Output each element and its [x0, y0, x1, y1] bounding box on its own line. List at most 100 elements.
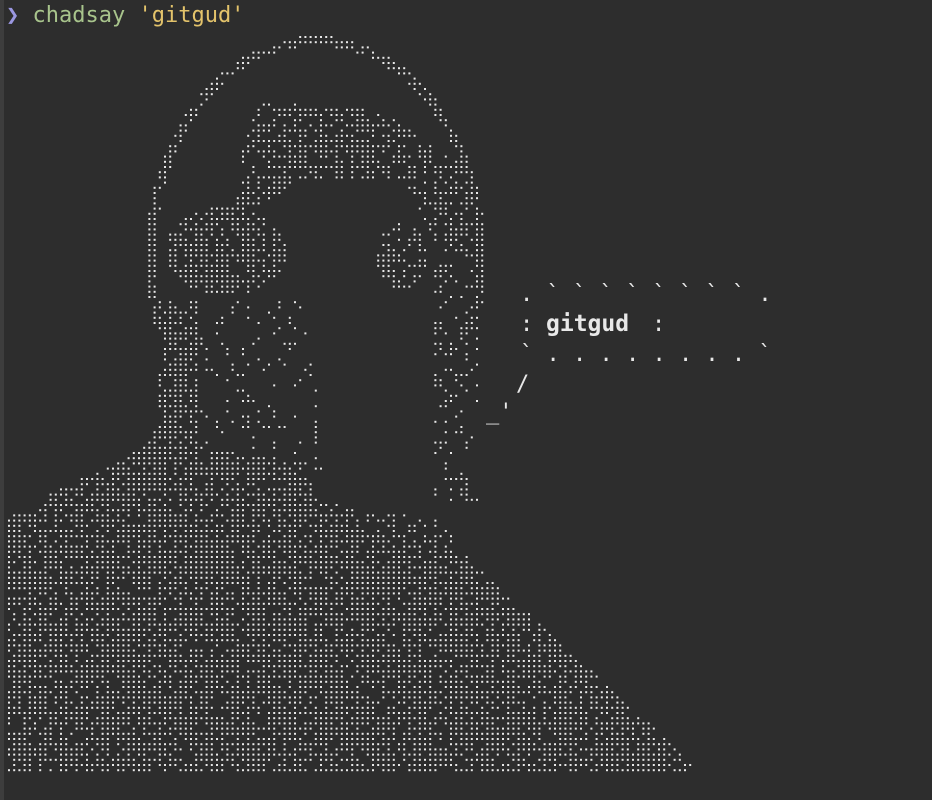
- ascii-dot: [356, 535, 359, 538]
- ascii-dot: [460, 649, 463, 652]
- ascii-dot: [439, 571, 442, 574]
- ascii-dot: [18, 701, 21, 704]
- ascii-dot: [158, 561, 161, 564]
- ascii-dot: [122, 483, 125, 486]
- ascii-dot: [210, 613, 213, 616]
- ascii-dot: [242, 197, 244, 200]
- ascii-dot: [91, 665, 94, 668]
- ascii-dot: [325, 639, 328, 642]
- ascii-dot: [268, 597, 270, 600]
- ascii-dot: [221, 316, 224, 319]
- ascii-dot: [28, 634, 31, 636]
- ascii-dot: [372, 680, 374, 683]
- ascii-dot: [340, 675, 343, 678]
- ascii-dot: [481, 238, 484, 241]
- ascii-dot: [387, 608, 390, 610]
- ascii-dot: [122, 576, 125, 579]
- ascii-dot: [179, 446, 182, 449]
- ascii-dot: [330, 717, 333, 720]
- ascii-dot: [611, 722, 614, 725]
- ascii-dot: [346, 686, 348, 688]
- ascii-dot: [278, 597, 281, 600]
- ascii-dot: [143, 561, 146, 564]
- ascii-dot: [231, 592, 234, 595]
- ascii-dot: [117, 691, 120, 694]
- ascii-dot: [252, 571, 255, 574]
- ascii-dot: [574, 675, 577, 678]
- ascii-dot: [439, 264, 442, 267]
- ascii-dot: [28, 535, 31, 538]
- ascii-dot: [346, 680, 348, 683]
- ascii-dot: [91, 592, 94, 595]
- ascii-dot: [39, 675, 42, 678]
- ascii-dot: [314, 592, 317, 595]
- ascii-dot: [60, 706, 62, 709]
- ascii-dot: [325, 613, 328, 616]
- ascii-dot: [465, 498, 468, 501]
- ascii-dot: [158, 171, 161, 174]
- ascii-dot: [418, 582, 421, 584]
- ascii-dot: [460, 472, 463, 475]
- ascii-dot: [221, 259, 224, 262]
- ascii-dot: [132, 498, 135, 501]
- ascii-dot: [314, 426, 317, 428]
- ascii-dot: [195, 717, 198, 720]
- ascii-dot: [200, 254, 203, 257]
- ascii-dot: [257, 727, 260, 730]
- ascii-dot: [257, 514, 260, 517]
- ascii-dot: [392, 712, 395, 714]
- ascii-dot: [49, 665, 52, 668]
- ascii-dot: [491, 608, 494, 610]
- ascii-dot: [132, 493, 135, 496]
- ascii-dot: [481, 654, 484, 657]
- ascii-dot: [70, 639, 73, 642]
- ascii-dot: [247, 306, 250, 309]
- ascii-dot: [143, 628, 146, 631]
- ascii-dot: [491, 727, 494, 730]
- ascii-dot: [299, 545, 302, 548]
- ascii-dot: [413, 613, 416, 616]
- ascii-dot: [169, 150, 172, 153]
- ascii-dot: [221, 82, 224, 85]
- ascii-dot: [606, 701, 608, 704]
- ascii-dot: [117, 696, 120, 699]
- ascii-dot: [242, 233, 244, 236]
- ascii-dot: [273, 613, 276, 616]
- ascii-dot: [242, 374, 244, 376]
- ascii-dot: [23, 670, 26, 673]
- ascii-dot: [39, 649, 42, 652]
- ascii-dot: [340, 623, 343, 626]
- ascii-dot: [231, 722, 234, 725]
- ascii-dot: [231, 212, 234, 215]
- ascii-dot: [54, 670, 57, 673]
- ascii-dot: [86, 509, 88, 512]
- ascii-dot: [143, 686, 146, 688]
- ascii-dot: [403, 701, 406, 704]
- ascii-dot: [288, 550, 291, 553]
- ascii-dot: [330, 618, 333, 621]
- ascii-dot: [382, 550, 385, 553]
- ascii-dot: [325, 134, 328, 137]
- ascii-dot: [450, 722, 452, 725]
- ascii-dot: [460, 597, 463, 600]
- ascii-dot: [179, 322, 182, 324]
- ascii-dot: [606, 691, 608, 694]
- ascii-dot: [403, 67, 406, 70]
- ascii-dot: [195, 270, 198, 272]
- ascii-dot: [496, 680, 499, 683]
- ascii-dot: [392, 571, 395, 574]
- ascii-dot: [158, 701, 161, 704]
- ascii-dot: [127, 660, 130, 662]
- ascii-dot: [122, 462, 125, 465]
- ascii-dot: [299, 36, 302, 38]
- ascii-dot: [450, 696, 452, 699]
- ascii-dot: [169, 514, 172, 517]
- ascii-dot: [106, 727, 109, 730]
- ascii-dot: [262, 628, 265, 631]
- ascii-dot: [210, 488, 213, 491]
- ascii-dot: [236, 218, 239, 220]
- ascii-dot: [242, 545, 244, 548]
- ascii-dot: [236, 301, 239, 304]
- ascii-dot: [262, 613, 265, 616]
- ascii-dot: [117, 649, 120, 652]
